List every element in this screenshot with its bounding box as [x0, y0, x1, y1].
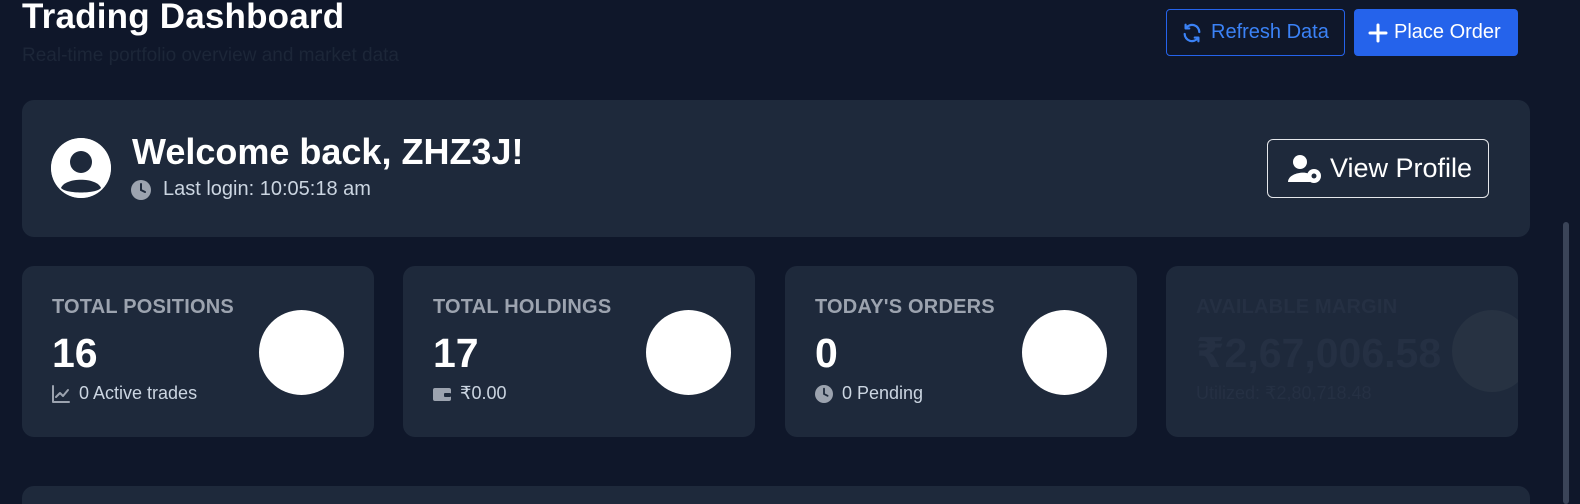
stat-icon-circle — [1022, 310, 1107, 395]
stat-value: 17 — [433, 330, 479, 376]
page-subtitle: Real-time portfolio overview and market … — [22, 45, 400, 66]
page-title: Trading Dashboard — [22, 0, 345, 36]
stat-sub-text: Utilized: ₹2,80,718.48 — [1196, 383, 1372, 403]
refresh-data-label: Refresh Data — [1211, 21, 1329, 43]
stat-label: TODAY'S ORDERS — [815, 296, 995, 318]
last-login-text: Last login: 10:05:18 am — [163, 178, 371, 200]
welcome-card: Welcome back, ZHZ3J! Last login: 10:05:1… — [22, 100, 1530, 237]
stat-label: AVAILABLE MARGIN — [1196, 296, 1398, 318]
user-gear-icon — [1288, 154, 1321, 183]
stat-icon-circle — [259, 310, 344, 395]
stat-icon-circle — [646, 310, 731, 395]
stat-sub-text: ₹0.00 — [460, 383, 507, 403]
view-profile-button[interactable]: View Profile — [1267, 139, 1489, 198]
clock-icon — [815, 384, 833, 403]
stat-card-available-margin: AVAILABLE MARGIN ₹2,67,006.58 Utilized: … — [1166, 266, 1518, 437]
stat-sub-text: 0 Active trades — [79, 383, 198, 403]
page-header: Trading Dashboard Real-time portfolio ov… — [22, 0, 1530, 80]
stat-sub: 0 Pending — [815, 383, 923, 404]
stat-label: TOTAL HOLDINGS — [433, 296, 612, 318]
page-scrollbar[interactable] — [1563, 222, 1569, 504]
last-login: Last login: 10:05:18 am — [131, 178, 371, 201]
stat-value: 0 — [815, 330, 838, 376]
place-order-button[interactable]: Place Order — [1354, 9, 1518, 56]
user-avatar-icon — [51, 138, 111, 198]
content-card — [22, 486, 1530, 504]
refresh-icon — [1183, 23, 1201, 42]
stat-sub: Utilized: ₹2,80,718.48 — [1196, 383, 1372, 404]
stat-card-todays-orders: TODAY'S ORDERS 0 0 Pending — [785, 266, 1137, 437]
plus-icon — [1368, 23, 1388, 42]
stat-sub: ₹0.00 — [433, 383, 507, 404]
stat-value: 16 — [52, 330, 98, 376]
place-order-label: Place Order — [1394, 21, 1501, 43]
welcome-title: Welcome back, ZHZ3J! — [132, 131, 524, 172]
stat-sub: 0 Active trades — [52, 383, 197, 404]
stat-label: TOTAL POSITIONS — [52, 296, 234, 318]
stat-card-total-positions: TOTAL POSITIONS 16 0 Active trades — [22, 266, 374, 437]
stat-icon-circle — [1452, 310, 1518, 392]
clock-icon — [131, 179, 151, 200]
wallet-icon — [433, 387, 451, 401]
stat-card-total-holdings: TOTAL HOLDINGS 17 ₹0.00 — [403, 266, 755, 437]
stat-value: ₹2,67,006.58 — [1196, 330, 1442, 376]
stat-sub-text: 0 Pending — [842, 383, 924, 403]
chart-line-icon — [52, 384, 70, 403]
view-profile-label: View Profile — [1330, 153, 1473, 183]
refresh-data-button[interactable]: Refresh Data — [1166, 9, 1345, 56]
